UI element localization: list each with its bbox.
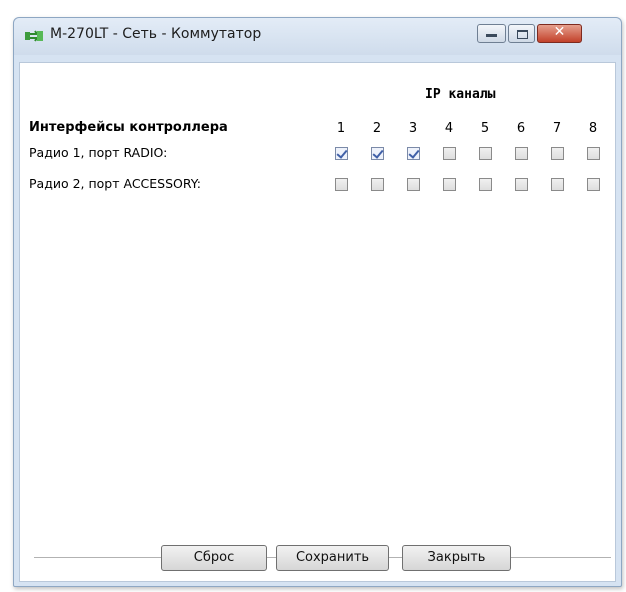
channel-checkbox-r2-c7[interactable] — [551, 178, 564, 191]
window: M-270LT - Сеть - Коммутатор ✕ IP каналы … — [13, 17, 622, 587]
close-window-button[interactable]: ✕ — [537, 24, 582, 43]
channel-checkbox-r2-c8[interactable] — [587, 178, 600, 191]
reset-button[interactable]: Сброс — [161, 545, 267, 571]
channel-number: 4 — [444, 121, 454, 136]
window-title: M-270LT - Сеть - Коммутатор — [50, 26, 262, 42]
channel-number: 3 — [408, 121, 418, 136]
maximize-button[interactable] — [508, 24, 535, 43]
ip-channels-header: IP каналы — [425, 87, 496, 102]
channel-checkbox-r2-c1[interactable] — [335, 178, 348, 191]
client-area: IP каналы Интерфейсы контроллера 1 2 3 4… — [19, 62, 616, 582]
channel-checkbox-r1-c2[interactable] — [371, 147, 384, 160]
channel-checkbox-r1-c1[interactable] — [335, 147, 348, 160]
minimize-button[interactable] — [477, 24, 506, 43]
controller-interfaces-header: Интерфейсы контроллера — [29, 120, 228, 135]
channel-checkbox-r2-c3[interactable] — [407, 178, 420, 191]
channel-number: 1 — [336, 121, 346, 136]
channel-checkbox-r2-c5[interactable] — [479, 178, 492, 191]
channel-number: 5 — [480, 121, 490, 136]
close-icon: ✕ — [553, 24, 566, 40]
save-button[interactable]: Сохранить — [276, 545, 389, 571]
channel-checkbox-r1-c7[interactable] — [551, 147, 564, 160]
channel-checkbox-r2-c4[interactable] — [443, 178, 456, 191]
channel-number: 2 — [372, 121, 382, 136]
channel-checkbox-r1-c3[interactable] — [407, 147, 420, 160]
channel-checkbox-r1-c4[interactable] — [443, 147, 456, 160]
channel-number: 7 — [552, 121, 562, 136]
row-label-radio2: Радио 2, порт ACCESSORY: — [29, 176, 201, 191]
title-bar[interactable]: M-270LT - Сеть - Коммутатор ✕ — [14, 18, 621, 55]
close-button[interactable]: Закрыть — [402, 545, 511, 571]
network-switch-icon — [25, 30, 43, 42]
channel-checkbox-r1-c6[interactable] — [515, 147, 528, 160]
channel-number: 8 — [588, 121, 598, 136]
channel-checkbox-r2-c2[interactable] — [371, 178, 384, 191]
channel-number: 6 — [516, 121, 526, 136]
channel-checkbox-r1-c8[interactable] — [587, 147, 600, 160]
row-label-radio1: Радио 1, порт RADIO: — [29, 145, 168, 160]
channel-checkbox-r2-c6[interactable] — [515, 178, 528, 191]
channel-checkbox-r1-c5[interactable] — [479, 147, 492, 160]
